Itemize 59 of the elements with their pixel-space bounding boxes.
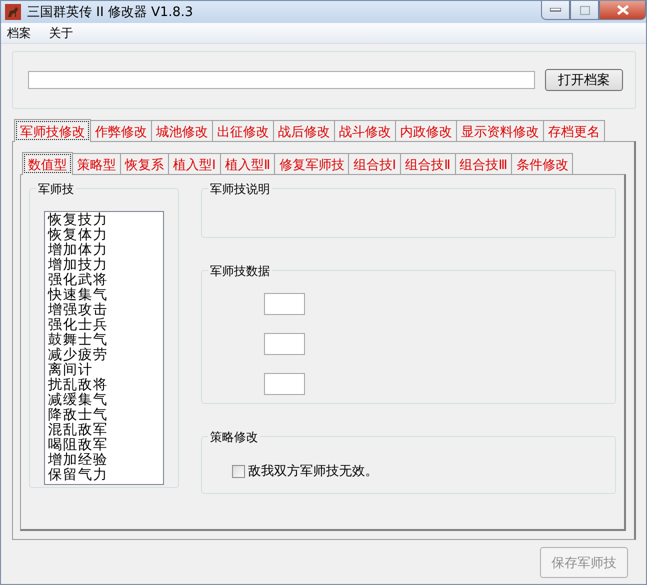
tab[interactable]: 军师技修改 bbox=[14, 119, 91, 142]
tab[interactable]: 植入型Ⅱ bbox=[220, 153, 276, 174]
list-item[interactable]: 离间计 bbox=[48, 363, 160, 378]
list-item[interactable]: 保留气力 bbox=[48, 468, 160, 483]
tab[interactable]: 出征修改 bbox=[212, 120, 274, 141]
input-field[interactable] bbox=[264, 373, 305, 395]
file-path-field[interactable] bbox=[28, 71, 535, 89]
tab[interactable]: 策略型 bbox=[72, 153, 121, 174]
close-icon bbox=[616, 5, 628, 15]
menu-item[interactable]: 关于 bbox=[47, 24, 75, 42]
tab[interactable]: 显示资料修改 bbox=[456, 120, 544, 141]
list-item[interactable]: 快速集气 bbox=[48, 288, 160, 303]
list-item[interactable]: 增加经验 bbox=[48, 453, 160, 468]
maximize-button[interactable] bbox=[570, 1, 599, 20]
group-title: 军师技数据 bbox=[208, 263, 272, 280]
checkbox[interactable] bbox=[232, 464, 245, 478]
list-item[interactable]: 恢复技力 bbox=[48, 213, 160, 228]
tab[interactable]: 存档更名 bbox=[543, 120, 605, 141]
group-title: 军师技说明 bbox=[208, 181, 272, 198]
menu-item[interactable]: 档案 bbox=[5, 24, 33, 42]
tab[interactable]: 作弊修改 bbox=[90, 120, 152, 141]
horse-icon bbox=[5, 4, 21, 20]
tab[interactable]: 修复军师技 bbox=[274, 153, 350, 174]
tab[interactable]: 组合技Ⅰ bbox=[348, 153, 402, 174]
tab[interactable]: 植入型Ⅰ bbox=[168, 153, 221, 174]
tab[interactable]: 数值型 bbox=[22, 152, 73, 175]
tab[interactable]: 城池修改 bbox=[151, 120, 213, 141]
minimize-icon bbox=[550, 8, 561, 12]
group-title: 军师技 bbox=[36, 181, 76, 198]
tab[interactable]: 组合技Ⅱ bbox=[400, 153, 456, 174]
list-item[interactable]: 减少疲劳 bbox=[48, 348, 160, 363]
tab[interactable]: 恢复系 bbox=[120, 153, 169, 174]
list-item[interactable]: 减缓集气 bbox=[48, 393, 160, 408]
list-item[interactable]: 恢复体力 bbox=[48, 228, 160, 243]
checkbox-label[interactable]: 敌我双方军师技无效。 bbox=[248, 462, 378, 480]
list-item[interactable]: 扰乱敌将 bbox=[48, 378, 160, 393]
list-item[interactable]: 降敌士气 bbox=[48, 408, 160, 423]
minimize-button[interactable] bbox=[541, 1, 570, 20]
tab[interactable]: 战斗修改 bbox=[334, 120, 396, 141]
tab[interactable]: 条件修改 bbox=[511, 153, 574, 174]
input-field[interactable] bbox=[264, 293, 305, 315]
list-item[interactable]: 混乱敌军 bbox=[48, 423, 160, 438]
list-item[interactable]: 喝阻敌军 bbox=[48, 438, 160, 453]
open-file-button[interactable]: 打开档案 bbox=[545, 69, 623, 91]
list-item[interactable]: 强化武将 bbox=[48, 273, 160, 288]
maximize-icon bbox=[580, 6, 590, 14]
list-item[interactable]: 鼓舞士气 bbox=[48, 333, 160, 348]
input-field[interactable] bbox=[264, 333, 305, 355]
list-item[interactable]: 增加体力 bbox=[48, 243, 160, 258]
window-title: 三国群英传 II 修改器 V1.8.3 bbox=[27, 4, 194, 21]
tab[interactable]: 内政修改 bbox=[395, 120, 457, 141]
tab[interactable]: 战后修改 bbox=[273, 120, 335, 141]
list-item[interactable]: 强化士兵 bbox=[48, 318, 160, 333]
close-button[interactable] bbox=[599, 1, 646, 20]
list-item[interactable]: 增强攻击 bbox=[48, 303, 160, 318]
skill-list[interactable]: 恢复技力 恢复体力 增加体力 增加技力 强化武将 快速集气 增强攻击 强化士兵 鼓舞士气 减少疲劳 离间计 扰乱敌将 减缓集气 降敌士气 混乱敌军 喝阻敌军 增加经验 保留气力 bbox=[44, 211, 164, 485]
tab[interactable]: 组合技Ⅲ bbox=[454, 153, 512, 174]
group-title: 策略修改 bbox=[208, 429, 260, 446]
list-item[interactable]: 增加技力 bbox=[48, 258, 160, 273]
